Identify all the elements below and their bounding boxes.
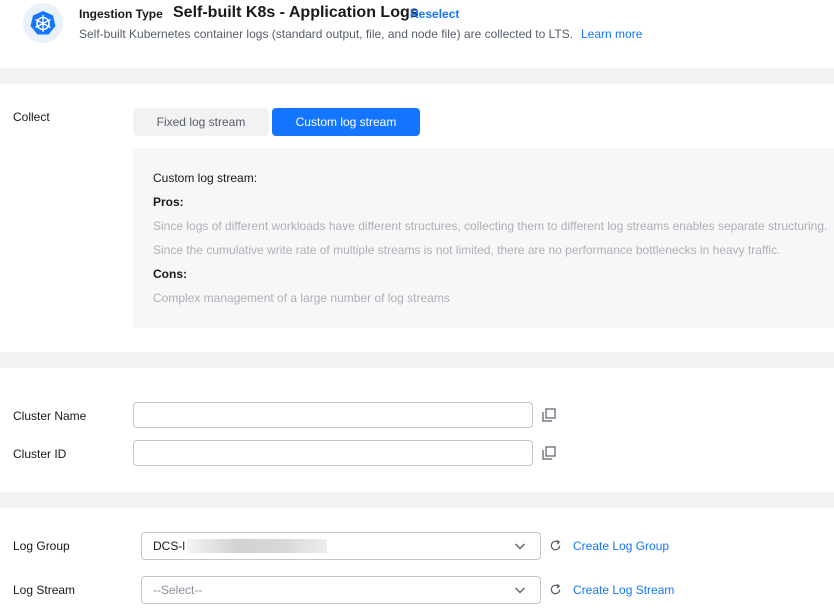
section-divider — [0, 352, 834, 368]
chevron-down-icon — [515, 587, 525, 594]
cluster-id-input[interactable] — [133, 440, 533, 466]
copy-icon[interactable] — [542, 408, 556, 422]
learn-more-link[interactable]: Learn more — [581, 27, 642, 41]
reselect-link[interactable]: Reselect — [410, 7, 459, 21]
log-stream-select[interactable]: --Select-- — [141, 576, 541, 604]
refresh-icon[interactable] — [549, 583, 562, 596]
refresh-icon[interactable] — [549, 539, 562, 552]
fixed-log-stream-option[interactable]: Fixed log stream — [133, 108, 269, 136]
pros-item: Since the cumulative write rate of multi… — [153, 243, 781, 257]
cluster-id-label: Cluster ID — [13, 447, 67, 461]
create-log-stream-link[interactable]: Create Log Stream — [573, 583, 674, 597]
log-stream-label: Log Stream — [13, 583, 76, 597]
cons-item: Complex management of a large number of … — [153, 291, 450, 305]
ingestion-type-label: Ingestion Type — [79, 7, 163, 21]
copy-icon[interactable] — [542, 446, 556, 460]
create-log-group-link[interactable]: Create Log Group — [573, 539, 669, 553]
pros-item: Since logs of different workloads have d… — [153, 219, 828, 233]
kubernetes-icon — [23, 3, 63, 43]
cons-label: Cons: — [153, 267, 187, 281]
cluster-name-input[interactable] — [133, 402, 533, 428]
log-group-value: DCS-l — [153, 539, 185, 553]
pros-label: Pros: — [153, 195, 184, 209]
section-divider — [0, 492, 834, 508]
section-divider — [0, 68, 834, 84]
redacted-mask — [187, 539, 327, 553]
collect-label: Collect — [13, 110, 50, 124]
ingestion-description: Self-built Kubernetes container logs (st… — [79, 27, 574, 41]
log-stream-placeholder: --Select-- — [153, 583, 203, 597]
chevron-down-icon — [515, 543, 525, 550]
info-heading: Custom log stream: — [153, 171, 258, 185]
cluster-name-label: Cluster Name — [13, 409, 87, 423]
log-group-select[interactable]: DCS-l — [141, 532, 541, 560]
custom-log-stream-info: Custom log stream: Pros: Since logs of d… — [133, 148, 834, 328]
log-group-label: Log Group — [13, 539, 70, 553]
custom-log-stream-option[interactable]: Custom log stream — [272, 108, 420, 136]
ingestion-type-title: Self-built K8s - Application Logs — [173, 4, 419, 21]
